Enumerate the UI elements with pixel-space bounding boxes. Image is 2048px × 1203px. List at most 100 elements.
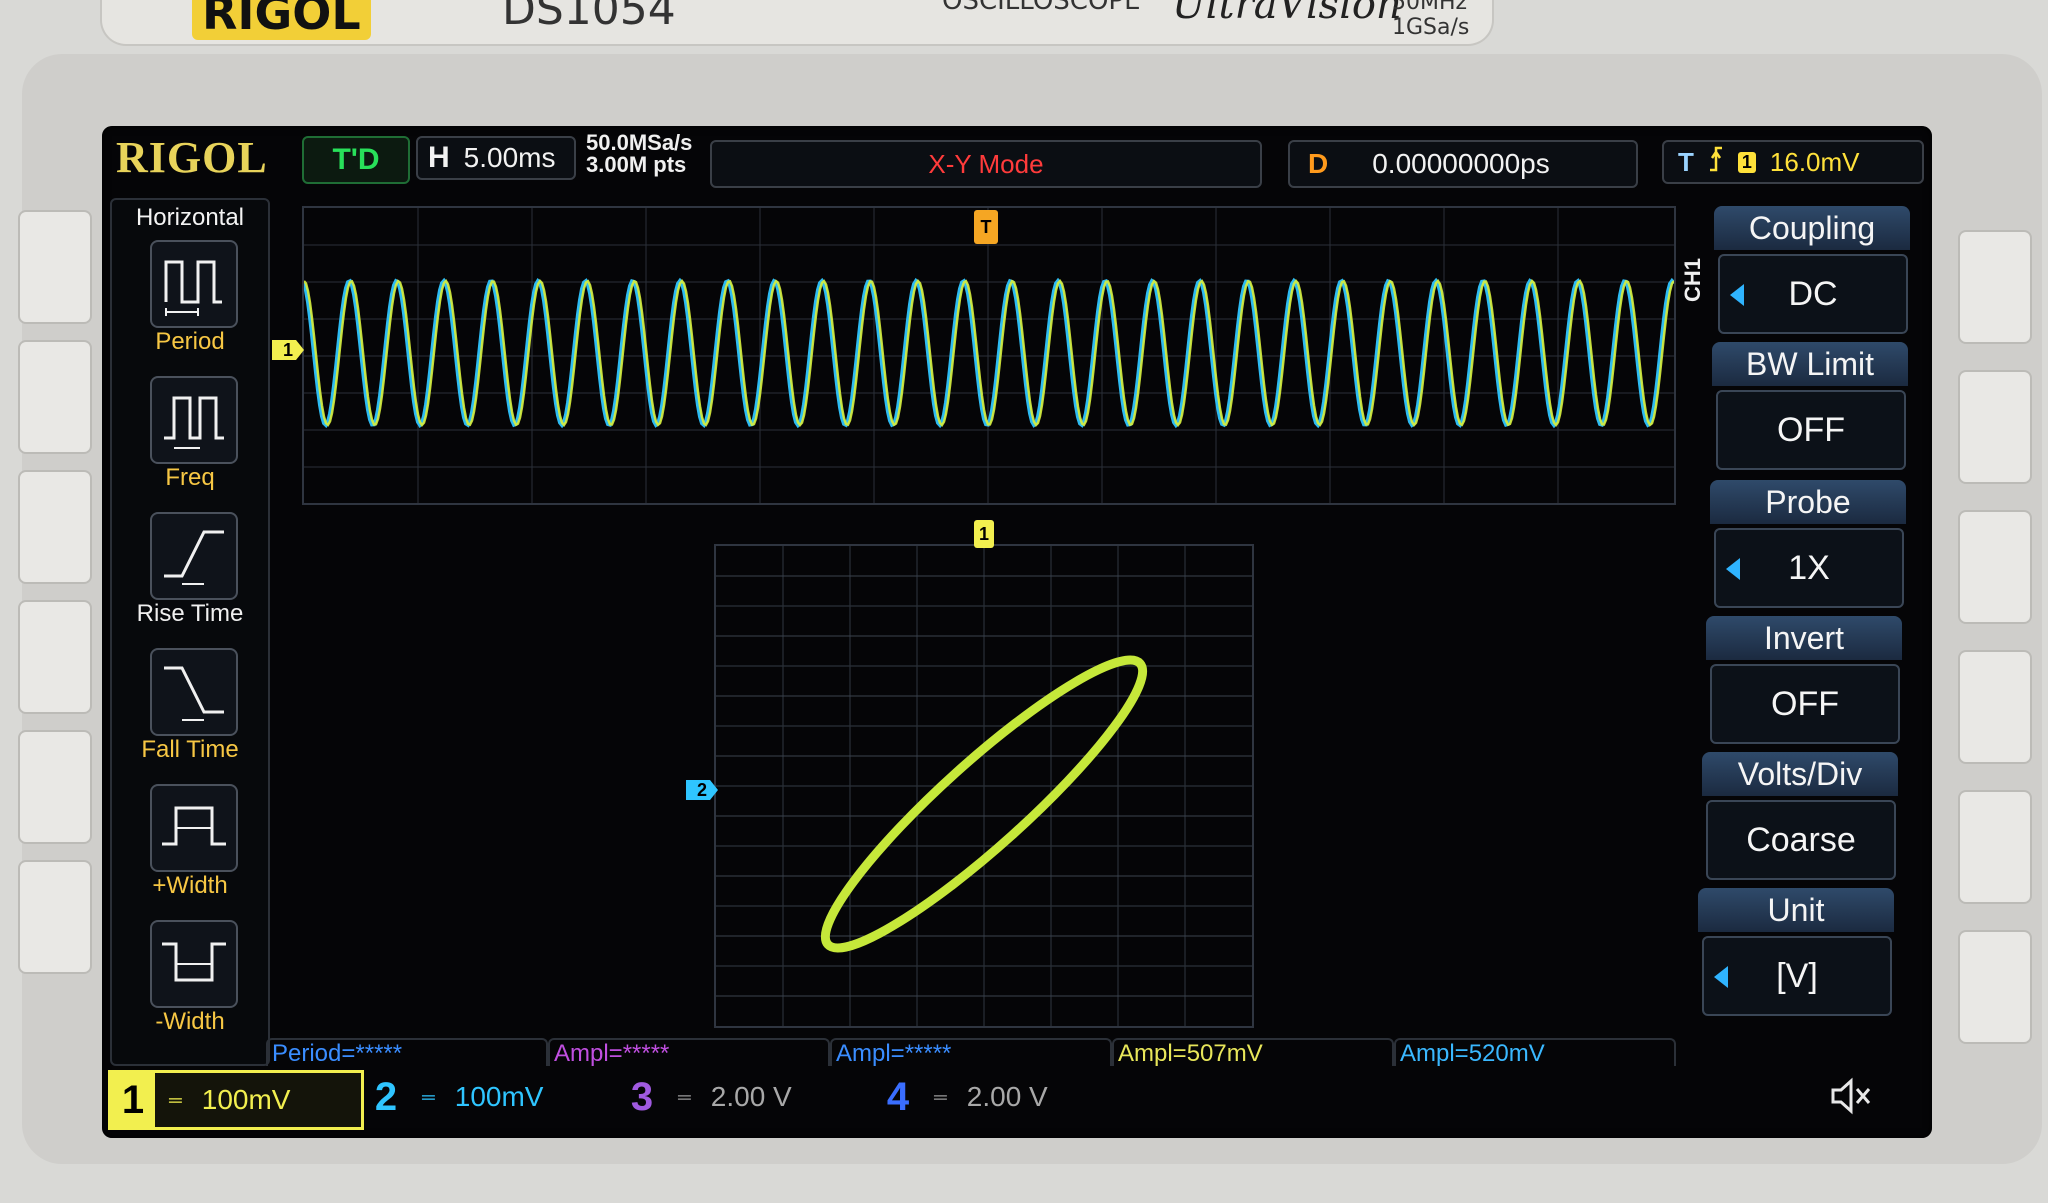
left-arrow-icon	[1730, 284, 1744, 306]
menu-bw-limit-value[interactable]: OFF	[1716, 390, 1906, 470]
measure-period[interactable]: Period	[112, 240, 268, 370]
channel1-number: 1	[111, 1073, 155, 1127]
channel4-status[interactable]: 4 ═ 2.00 V	[876, 1070, 1126, 1124]
sound-muted-icon[interactable]	[1802, 1076, 1902, 1122]
measure-period-label: Period	[155, 328, 225, 355]
channel1-trace	[303, 278, 1675, 428]
period-icon	[150, 240, 238, 328]
channel1-scale: 100mV	[201, 1084, 291, 1115]
trigger-box[interactable]: T 1 16.0mV	[1662, 140, 1924, 184]
left-softkey-4[interactable]	[18, 600, 92, 714]
left-softkey-5[interactable]	[18, 730, 92, 844]
xy-plot-window	[714, 544, 1254, 1028]
menu-volts-div-value[interactable]: Coarse	[1706, 800, 1896, 880]
oscilloscope-top-bezel: RIGOL DS1054 OSCILLOSCOPE UltraVision 50…	[100, 0, 1494, 46]
left-arrow-icon	[1726, 558, 1740, 580]
menu-unit[interactable]: Unit [V]	[1698, 888, 1894, 1016]
measure-pos-width[interactable]: +Width	[112, 784, 268, 914]
dc-coupling-icon: ═	[678, 1086, 691, 1107]
menu-probe[interactable]: Probe 1X	[1710, 480, 1906, 608]
channel2-scale: 100mV	[454, 1081, 544, 1112]
measurement-readout: Period=*****	[266, 1038, 548, 1067]
run-state-badge: T'D	[302, 136, 410, 184]
right-softkey-4[interactable]	[1958, 650, 2032, 764]
delay-label: D	[1308, 148, 1329, 179]
trigger-level: 16.0mV	[1769, 146, 1860, 177]
menu-coupling[interactable]: Coupling DC	[1714, 206, 1910, 334]
display-mode-banner: X-Y Mode	[710, 140, 1262, 188]
menu-coupling-value-text: DC	[1788, 275, 1838, 313]
left-softkey-1[interactable]	[18, 210, 92, 324]
menu-channel-label: CH1	[1680, 257, 1705, 302]
measure-panel-title: Horizontal	[135, 204, 245, 231]
left-softkey-3[interactable]	[18, 470, 92, 584]
memory-depth: 3.00M pts	[586, 152, 687, 177]
channel2-number: 2	[374, 1074, 398, 1119]
menu-invert[interactable]: Invert OFF	[1706, 616, 1902, 744]
left-softkey-2[interactable]	[18, 340, 92, 454]
menu-unit-value[interactable]: [V]	[1702, 936, 1892, 1016]
timebase-box[interactable]: H 5.00ms	[416, 136, 576, 180]
fall-time-icon	[150, 648, 238, 736]
delay-value: 0.00000000ps	[1372, 148, 1550, 179]
right-softkey-5[interactable]	[1958, 790, 2032, 904]
menu-bw-limit[interactable]: BW Limit OFF	[1712, 342, 1908, 470]
trigger-position-marker[interactable]: T	[974, 210, 998, 244]
sampling-info: 50.0MSa/s 3.00M pts	[586, 132, 692, 176]
measure-freq-label: Freq	[165, 464, 215, 491]
rise-time-icon	[150, 512, 238, 600]
right-softkey-3[interactable]	[1958, 510, 2032, 624]
measure-pos-width-label: +Width	[152, 872, 228, 899]
neg-width-icon	[150, 920, 238, 1008]
menu-probe-value[interactable]: 1X	[1714, 528, 1904, 608]
menu-coupling-value[interactable]: DC	[1718, 254, 1908, 334]
channel4-number: 4	[886, 1074, 910, 1119]
channel2-status[interactable]: 2 ═ 100mV	[364, 1070, 614, 1124]
right-softkey-2[interactable]	[1958, 370, 2032, 484]
dc-coupling-icon: ═	[169, 1089, 182, 1110]
channel3-scale: 2.00 V	[710, 1081, 792, 1112]
measurement-readout: Ampl=*****	[548, 1038, 830, 1067]
right-softkey-6[interactable]	[1958, 930, 2032, 1044]
xy-channel1-marker[interactable]: 1	[974, 520, 994, 548]
channel3-status[interactable]: 3 ═ 2.00 V	[620, 1070, 870, 1124]
channel1-ground-marker[interactable]: 1	[272, 340, 304, 360]
rigol-logo: RIGOL	[116, 133, 268, 182]
measure-rise-time-label: Rise Time	[136, 600, 244, 627]
freq-icon	[150, 376, 238, 464]
trigger-source: 1	[1737, 151, 1756, 173]
channel1-status[interactable]: 1 ═ 100mV	[108, 1070, 364, 1130]
delay-box[interactable]: D 0.00000000ps	[1288, 140, 1638, 188]
menu-coupling-title: Coupling	[1714, 206, 1910, 250]
right-softkey-1[interactable]	[1958, 230, 2032, 344]
measurement-readout: Ampl=520mV	[1394, 1038, 1676, 1067]
measure-fall-time-label: Fall Time	[141, 736, 239, 763]
menu-bw-limit-title: BW Limit	[1712, 342, 1908, 386]
yt-waveform-window	[302, 206, 1676, 505]
measure-fall-time[interactable]: Fall Time	[112, 648, 268, 778]
xy-plot	[716, 546, 1252, 1026]
measure-neg-width[interactable]: -Width	[112, 920, 268, 1050]
bezel-subtitle: OSCILLOSCOPE	[942, 0, 1141, 16]
timebase-value: 5.00ms	[463, 142, 556, 173]
measure-panel: Horizontal Period Freq Rise Time Fall Ti…	[110, 198, 270, 1066]
channel4-scale: 2.00 V	[966, 1081, 1048, 1112]
left-softkey-6[interactable]	[18, 860, 92, 974]
menu-unit-title: Unit	[1698, 888, 1894, 932]
bezel-series: UltraVision	[1172, 0, 1402, 28]
menu-probe-value-text: 1X	[1788, 549, 1830, 587]
measure-neg-width-label: -Width	[155, 1008, 225, 1035]
bezel-spec: 50MHz 1GSa/s	[1392, 0, 1470, 40]
menu-volts-div[interactable]: Volts/Div Coarse	[1702, 752, 1898, 880]
pos-width-icon	[150, 784, 238, 872]
menu-invert-value[interactable]: OFF	[1710, 664, 1900, 744]
sample-rate: 50.0MSa/s	[586, 130, 693, 155]
rising-edge-icon	[1708, 146, 1724, 179]
menu-volts-div-title: Volts/Div	[1702, 752, 1898, 796]
measure-freq[interactable]: Freq	[112, 376, 268, 506]
menu-probe-title: Probe	[1710, 480, 1906, 524]
measurement-readout: Ampl=*****	[830, 1038, 1112, 1067]
dc-coupling-icon: ═	[934, 1086, 947, 1107]
channel3-number: 3	[630, 1074, 654, 1119]
measure-rise-time[interactable]: Rise Time	[112, 512, 268, 642]
